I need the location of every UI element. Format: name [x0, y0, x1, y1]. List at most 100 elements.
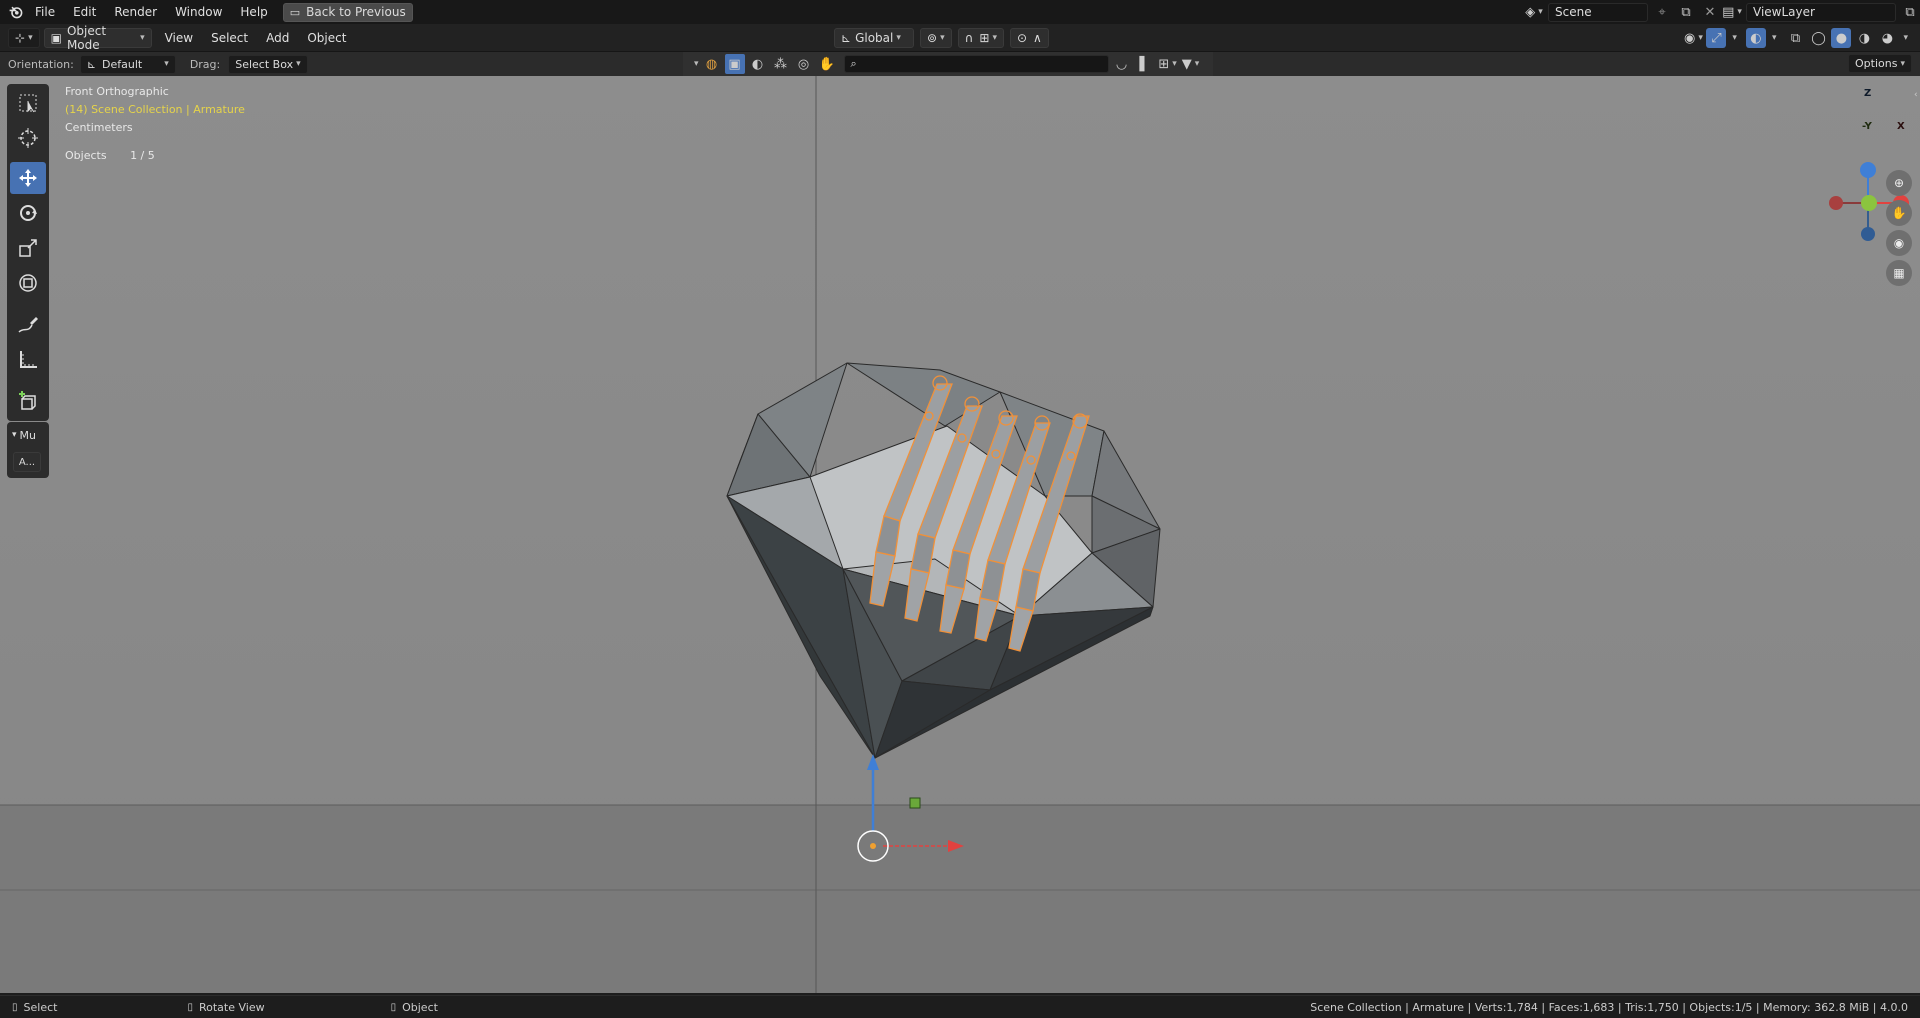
view-layer-field[interactable]: ViewLayer — [1746, 2, 1896, 22]
cursor-icon — [18, 128, 38, 148]
scene-name-field[interactable]: Scene — [1548, 2, 1648, 22]
filter-icon[interactable]: ▼ ▾ — [1181, 54, 1201, 74]
pencil-icon — [18, 317, 38, 333]
mode-label: Object Mode — [66, 23, 107, 52]
sphere-icon[interactable]: ◐ — [748, 54, 768, 74]
gizmo-toggle-icon[interactable]: ⤢ — [1706, 28, 1727, 48]
transform-tool[interactable] — [10, 267, 46, 299]
tool-panel: ▾ Mu A... — [7, 422, 49, 478]
drag-dropdown[interactable]: Select Box ▾ — [228, 54, 308, 74]
menu-file[interactable]: File — [26, 1, 64, 23]
menu-select[interactable]: Select — [202, 27, 257, 49]
options-dropdown[interactable]: Options ▾ — [1848, 54, 1912, 73]
mode-dropdown[interactable]: ▣ Object Mode ▾ — [43, 24, 152, 52]
viewport-header: ⊹ ▾ ▣ Object Mode ▾ View Select Add Object… — [0, 24, 1920, 52]
link-icon[interactable]: ◡ — [1112, 54, 1132, 74]
objects-label: Objects — [65, 149, 107, 162]
snap-dropdown[interactable]: ∩ ⊞ ▾ — [957, 28, 1004, 48]
rotate-icon — [20, 205, 37, 221]
new-view-layer-icon[interactable]: ⧉ — [1900, 2, 1920, 22]
delete-scene-icon[interactable]: ✕ — [1700, 2, 1720, 22]
select-box-tool[interactable] — [10, 87, 46, 119]
material-shading-icon[interactable]: ◑ — [1854, 28, 1874, 48]
color-wheel-icon[interactable]: ◍ — [702, 54, 722, 74]
3d-viewport[interactable]: Z X -Y Front Orthographic (14) Scene Col… — [0, 76, 1920, 993]
measure-tool[interactable] — [10, 344, 46, 376]
blender-logo-icon[interactable] — [6, 2, 26, 22]
gizmo-y-ball[interactable] — [1861, 195, 1877, 211]
add-cube-tool[interactable] — [10, 386, 46, 418]
pan-button[interactable]: ✋ — [1886, 200, 1912, 226]
move-tool[interactable] — [10, 162, 46, 194]
annotate-tool[interactable] — [10, 309, 46, 341]
menu-render[interactable]: Render — [105, 1, 166, 23]
pin-icon[interactable]: ⌖ — [1652, 2, 1672, 22]
transform-orientation-dropdown[interactable]: ⊾ Global ▾ — [834, 28, 914, 48]
bookmark-icon[interactable]: ▌ — [1135, 54, 1155, 74]
zoom-button[interactable]: ⊕ — [1886, 170, 1912, 196]
sidebar-toggle[interactable]: ‹ — [1914, 90, 1920, 104]
scale-icon — [19, 239, 37, 257]
object-mode-icon: ▣ — [50, 30, 62, 45]
tool-panel-button[interactable]: A... — [13, 452, 41, 472]
camera-button[interactable]: ◉ — [1886, 230, 1912, 256]
menu-edit[interactable]: Edit — [64, 1, 105, 23]
orientation-axis-icon: ⊾ — [86, 57, 97, 71]
editor-type-button[interactable]: ⊹ ▾ — [8, 27, 40, 48]
hand-icon[interactable]: ✋ — [817, 54, 837, 74]
gizmo-neg-x-ball[interactable] — [1829, 196, 1843, 210]
wireframe-shading-icon[interactable]: ◯ — [1808, 28, 1828, 48]
solid-shading-icon[interactable]: ● — [1831, 28, 1852, 48]
rotate-tool[interactable] — [10, 197, 46, 229]
proportional-icon: ⊙ — [1016, 31, 1028, 45]
proportional-edit-dropdown[interactable]: ⊙ ∧ — [1009, 28, 1049, 48]
scene-icon[interactable]: ◈ ▾ — [1524, 2, 1544, 22]
menu-object[interactable]: Object — [298, 27, 355, 49]
orientation-dropdown[interactable]: ⊾ Default ▾ — [79, 54, 176, 74]
camera-icon: ◉ — [1893, 236, 1905, 250]
menu-add[interactable]: Add — [257, 27, 298, 49]
screen-icon: ▭ — [289, 5, 301, 19]
new-scene-icon[interactable]: ⧉ — [1676, 2, 1696, 22]
units-label: Centimeters — [65, 121, 133, 134]
pivot-point-dropdown[interactable]: ⊚ ▾ — [920, 28, 952, 48]
select-mode-icon[interactable]: ▣ — [724, 54, 745, 74]
collapse-icon[interactable]: ▾ — [694, 59, 699, 69]
gizmo-z-ball[interactable] — [1860, 162, 1876, 178]
snap-target-icon: ⊞ — [979, 31, 990, 45]
visibility-icon[interactable]: ◉ ▾ — [1683, 28, 1703, 48]
node-icon[interactable]: ⁂ — [771, 54, 791, 74]
cursor-tool[interactable] — [10, 122, 46, 154]
rendered-shading-icon[interactable]: ◕ — [1877, 28, 1897, 48]
menu-view[interactable]: View — [156, 27, 202, 49]
scene-statistics: Scene Collection | Armature | Verts:1,78… — [1310, 1000, 1908, 1014]
view-layer-icon[interactable]: ▤ ▾ — [1722, 2, 1742, 22]
tool-panel-header[interactable]: ▾ Mu — [10, 426, 46, 444]
falloff-icon: ∧ — [1033, 31, 1042, 45]
scale-tool[interactable] — [10, 232, 46, 264]
xray-icon[interactable]: ⧉ — [1785, 28, 1805, 48]
back-to-previous-button[interactable]: ▭ Back to Previous — [282, 2, 413, 22]
world-icon[interactable]: ◎ — [794, 54, 814, 74]
status-rotate-label: Rotate View — [198, 1000, 265, 1014]
overlay-toggle-icon[interactable]: ◐ — [1745, 28, 1766, 48]
gizmo-xz-plane[interactable] — [909, 797, 921, 809]
gizmo-neg-z-ball[interactable] — [1861, 227, 1875, 241]
status-rotate: ▯ Rotate View — [187, 1001, 264, 1014]
collapse-arrow-icon: ▾ — [12, 430, 17, 440]
hierarchy-icon[interactable]: ⊞ ▾ — [1158, 54, 1178, 74]
transform-icon — [19, 274, 37, 292]
gizmo-z-label: Z — [1864, 88, 1872, 99]
mouse-left-icon: ▯ — [12, 1001, 18, 1013]
menu-help[interactable]: Help — [231, 1, 276, 23]
orientation-icon: ⊾ — [841, 31, 852, 45]
menu-window[interactable]: Window — [166, 1, 231, 23]
select-box-icon — [19, 94, 37, 113]
orthographic-toggle-button[interactable]: ▦ — [1886, 260, 1912, 286]
drag-label: Drag: — [189, 57, 221, 71]
move-icon — [19, 169, 37, 187]
search-input[interactable]: ⌕ — [843, 55, 1109, 73]
gizmo-x-label: X — [1897, 121, 1905, 132]
zoom-icon: ⊕ — [1893, 176, 1905, 190]
back-to-previous-label: Back to Previous — [306, 5, 406, 19]
